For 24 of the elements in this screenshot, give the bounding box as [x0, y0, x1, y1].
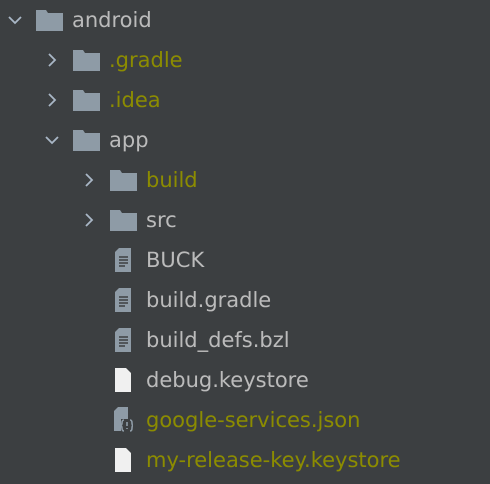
- file-name[interactable]: build_defs.bzl: [146, 328, 290, 352]
- folder-name[interactable]: .gradle: [109, 48, 183, 72]
- file-name[interactable]: BUCK: [146, 248, 204, 272]
- folder-name[interactable]: android: [72, 8, 152, 32]
- text-file-icon: [114, 248, 132, 272]
- folder-name[interactable]: build: [146, 168, 198, 192]
- text-file-icon: [114, 288, 132, 312]
- file-icon: [114, 368, 132, 392]
- folder-icon: [72, 130, 100, 150]
- file-name[interactable]: my-release-key.keystore: [146, 448, 401, 472]
- folder-name[interactable]: .idea: [109, 88, 161, 112]
- folder-icon: [36, 10, 62, 30]
- file-icon: [114, 448, 132, 472]
- file-name[interactable]: debug.keystore: [146, 368, 309, 392]
- folder-icon: [72, 50, 100, 70]
- file-name[interactable]: google-services.json: [146, 408, 360, 432]
- folder-name[interactable]: app: [109, 128, 149, 152]
- folder-name[interactable]: src: [146, 208, 177, 232]
- folder-icon: [110, 170, 136, 190]
- folder-icon: [110, 210, 136, 230]
- json-file-icon: [113, 407, 133, 433]
- folder-icon: [72, 90, 100, 110]
- file-name[interactable]: build.gradle: [146, 288, 272, 312]
- text-file-icon: [114, 328, 132, 352]
